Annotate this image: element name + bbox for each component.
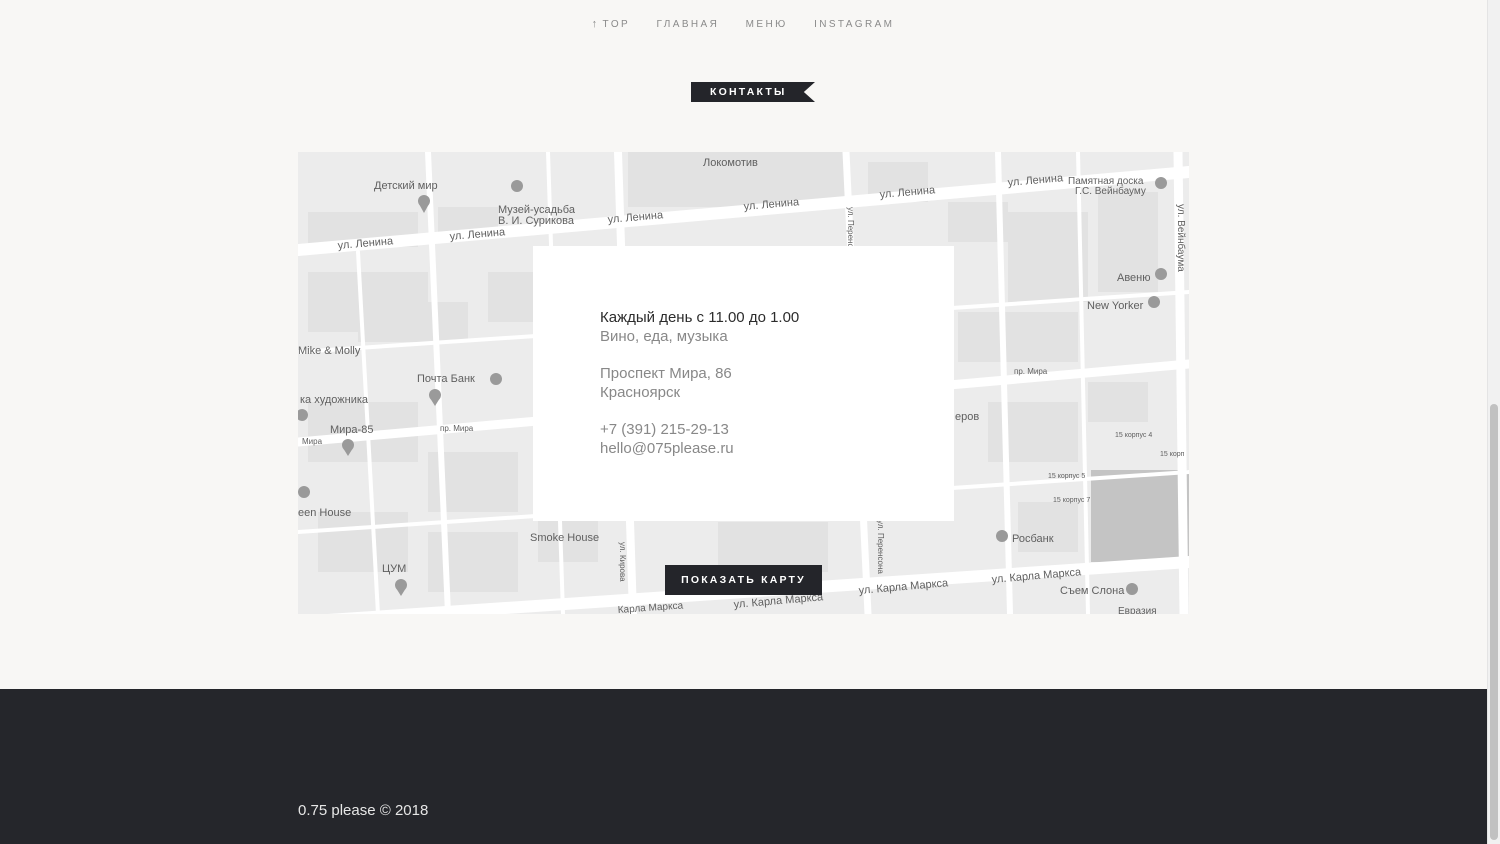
footer: 0.75 please © 2018 bbox=[0, 689, 1487, 844]
map-label: В. И. Сурикова bbox=[498, 215, 575, 227]
map-label: Smoke House bbox=[530, 532, 599, 544]
nav-main[interactable]: ГЛАВНАЯ bbox=[657, 19, 720, 30]
nav-menu[interactable]: МЕНЮ bbox=[746, 19, 788, 30]
contact-info-card: Каждый день с 11.00 до 1.00 Вино, еда, м… bbox=[533, 246, 954, 521]
nav-top[interactable]: ↑ TOP bbox=[592, 18, 630, 30]
copyright: 0.75 please © 2018 bbox=[298, 802, 429, 819]
map-label: ЦУМ bbox=[382, 563, 406, 575]
arrow-up-icon: ↑ bbox=[591, 18, 600, 30]
scrollbar-thumb[interactable] bbox=[1490, 404, 1498, 840]
address-city: Красноярск bbox=[600, 384, 681, 401]
map-label: Локомотив bbox=[703, 157, 758, 169]
map-label: Съем Слона bbox=[1060, 585, 1125, 597]
address-street: Проспект Мира, 86 bbox=[600, 365, 732, 382]
map-label: ка художника bbox=[300, 394, 369, 406]
map-label: Г.С. Вейнбауму bbox=[1075, 185, 1146, 197]
section-label-contacts: КОНТАКТЫ bbox=[691, 82, 815, 102]
map-label: 15 корп bbox=[1160, 451, 1185, 458]
map-label: 15 корпус 7 bbox=[1053, 497, 1090, 504]
map-label: Евразия bbox=[1118, 606, 1157, 614]
map-label: New Yorker bbox=[1087, 300, 1144, 312]
map-label: 15 корпус 4 bbox=[1115, 432, 1152, 439]
map-label: 15 корпус 5 bbox=[1048, 473, 1085, 480]
map-label: Мира-85 bbox=[330, 424, 373, 436]
map-label: Мира bbox=[302, 437, 323, 446]
show-map-button[interactable]: ПОКАЗАТЬ КАРТУ bbox=[665, 565, 822, 595]
map-label: ул. Перенсона bbox=[876, 520, 885, 574]
map-label: Детский мир bbox=[374, 180, 438, 192]
scrollbar[interactable] bbox=[1487, 0, 1500, 844]
opening-hours: Каждый день с 11.00 до 1.00 bbox=[600, 309, 800, 326]
map-label: пр. Мира bbox=[1014, 367, 1048, 376]
email-link[interactable]: hello@075please.ru bbox=[600, 439, 954, 458]
map-label: Почта Банк bbox=[417, 373, 475, 385]
nav-instagram[interactable]: INSTAGRAM bbox=[814, 19, 894, 30]
map-label: Росбанк bbox=[1012, 533, 1054, 545]
map-label: Авеню bbox=[1117, 272, 1151, 284]
map-label: een House bbox=[298, 507, 351, 519]
top-nav: ↑ TOP ГЛАВНАЯ МЕНЮ INSTAGRAM bbox=[0, 14, 1486, 32]
map-label: ул. Кирова bbox=[618, 542, 627, 582]
map-label: Mike & Molly bbox=[298, 345, 361, 357]
map-label: ул. Перенс bbox=[846, 207, 855, 247]
map-label: еров bbox=[955, 411, 979, 423]
map-label: ул. Вейнбаума bbox=[1175, 204, 1187, 272]
map-label: пр. Мира bbox=[440, 424, 474, 433]
phone-link[interactable]: +7 (391) 215-29-13 bbox=[600, 420, 954, 439]
nav-top-label: TOP bbox=[602, 19, 631, 30]
tagline: Вино, еда, музыка bbox=[600, 328, 728, 345]
